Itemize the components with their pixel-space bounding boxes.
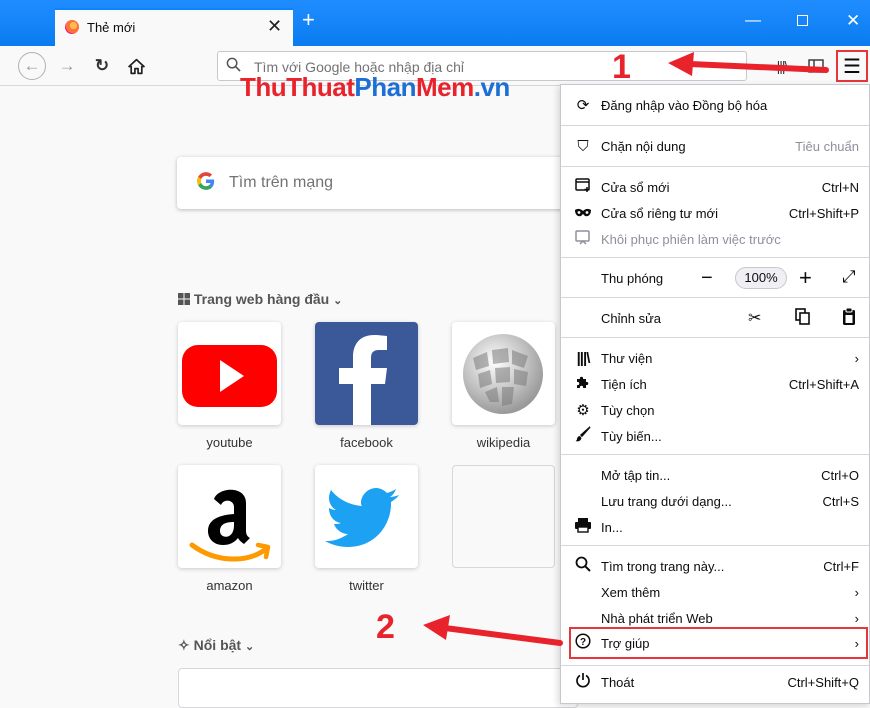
annotation-arrows <box>423 52 829 646</box>
annotation-step-2: 2 <box>376 608 395 646</box>
annotation-step-1: 1 <box>612 48 631 86</box>
